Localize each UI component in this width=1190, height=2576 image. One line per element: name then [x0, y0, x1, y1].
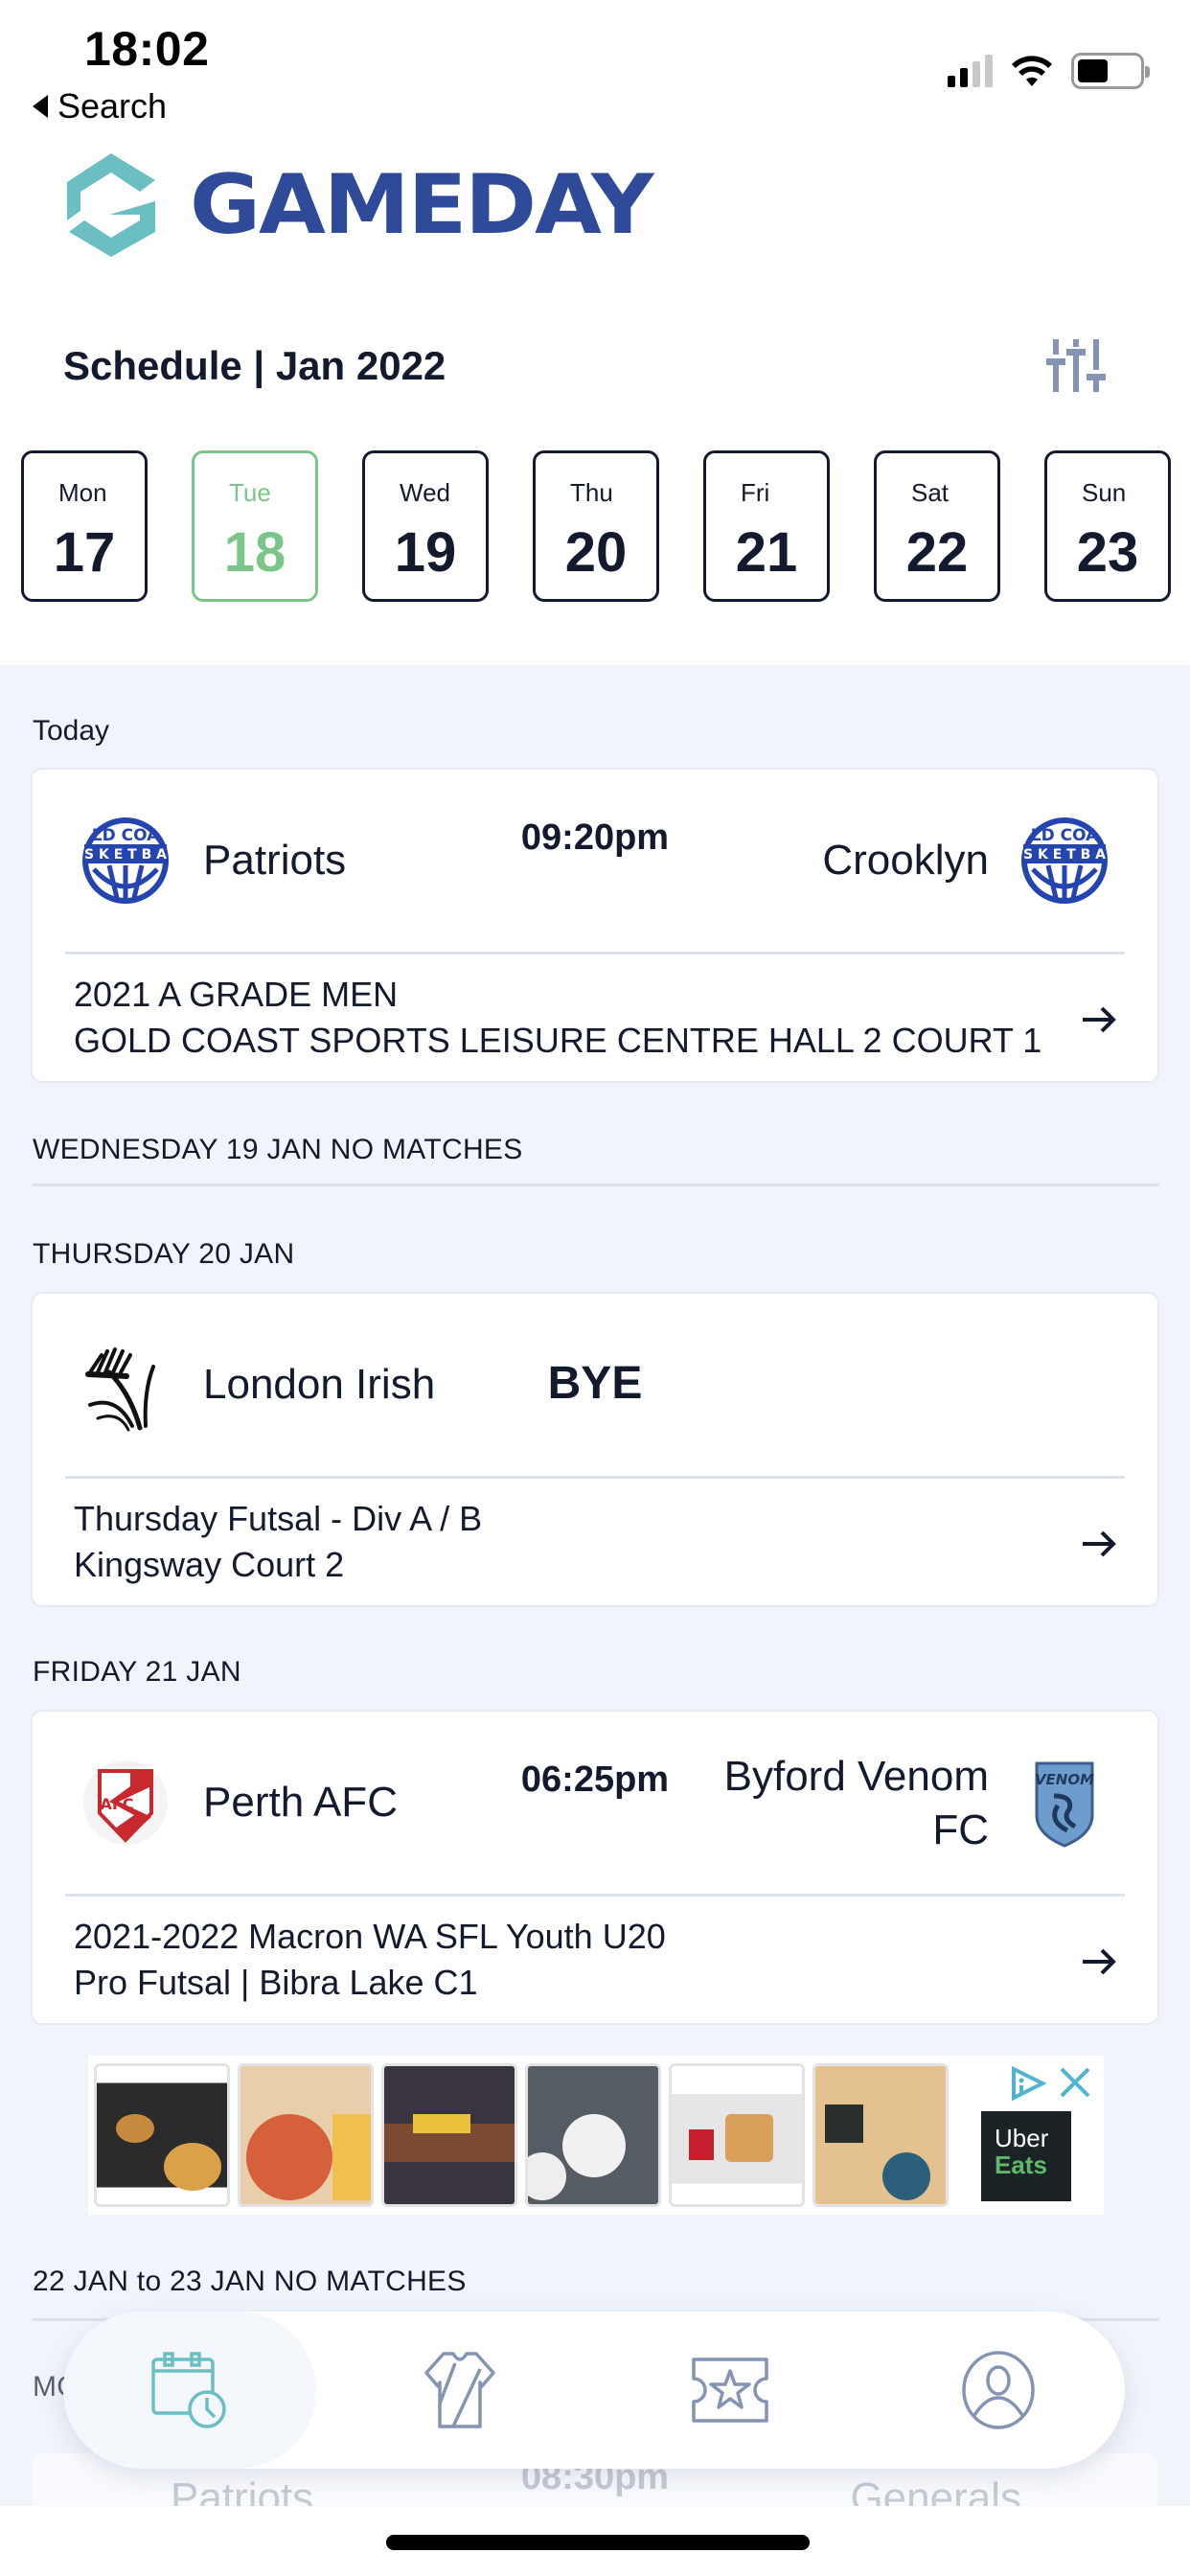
home-indicator[interactable] — [386, 2535, 810, 2550]
battery-icon — [1071, 53, 1150, 89]
team-logo-byford-venom: VENOM — [1035, 1761, 1094, 1848]
day-name: Fri — [741, 478, 770, 507]
day-name: Wed — [400, 478, 450, 507]
gameday-logo: GAMEDAY — [61, 151, 654, 259]
cellular-signal-icon — [948, 55, 993, 87]
arrow-right-icon — [1083, 1006, 1116, 1033]
competition-name: 2021 A GRADE MEN — [74, 975, 399, 1014]
day-number: 21 — [735, 521, 798, 584]
away-team-name-line2: FC — [932, 1806, 989, 1853]
day-name: Mon — [58, 478, 107, 507]
back-label: Search — [57, 86, 168, 126]
day-name: Tue — [229, 478, 271, 507]
nav-schedule[interactable] — [63, 2312, 316, 2469]
svg-text:S K E T B A: S K E T B A — [1023, 847, 1106, 862]
ticket-star-icon — [692, 2358, 768, 2423]
day-name: Sun — [1082, 478, 1127, 507]
day-mon[interactable]: Mon 17 — [21, 450, 148, 602]
ad-brand-line2: Eats — [995, 2150, 1047, 2179]
filter-button[interactable] — [1044, 337, 1108, 395]
card-divider — [65, 1476, 1125, 1479]
match-card[interactable]: AFC Perth AFC 06:25pm Byford Venom FC VE… — [33, 1712, 1157, 2023]
calendar-clock-icon — [151, 2352, 226, 2428]
svg-text:LD COA: LD COA — [1031, 826, 1099, 845]
team-logo-basketball: S K E T B A LD COA — [1021, 817, 1108, 904]
back-triangle-icon — [33, 95, 48, 118]
ad-close-icon[interactable] — [1058, 2065, 1092, 2100]
away-team-name: Byford Venom FC — [724, 1750, 989, 1857]
day-number: 23 — [1076, 521, 1139, 584]
day-picker: Mon 17 Tue 18 Wed 19 Thu 20 Fri 21 Sat 22 Sun 2… — [21, 450, 1171, 602]
ad-choices-icon[interactable] — [1008, 2065, 1046, 2102]
section-thursday: THURSDAY 20 JAN — [33, 1238, 295, 1270]
day-number: 17 — [53, 521, 116, 584]
ad-food-tile[interactable] — [238, 2063, 374, 2207]
day-number: 20 — [564, 521, 628, 584]
section-friday: FRIDAY 21 JAN — [33, 1656, 241, 1688]
away-team-name: Crooklyn — [822, 837, 989, 884]
svg-text:VENOM: VENOM — [1035, 1771, 1094, 1788]
ad-brand-line1: Uber — [995, 2124, 1049, 2152]
back-to-search-link[interactable]: Search — [33, 86, 167, 126]
ad-controls — [1008, 2065, 1092, 2102]
ad-banner[interactable]: Uber Eats — [88, 2056, 1104, 2215]
day-name: Sat — [911, 478, 950, 507]
match-card[interactable]: London Irish BYE Thursday Futsal - Div A… — [33, 1294, 1157, 1605]
ad-food-tile[interactable] — [812, 2063, 949, 2207]
card-divider — [65, 952, 1125, 954]
nav-favourites[interactable] — [604, 2312, 857, 2469]
section-today: Today — [33, 715, 110, 747]
day-wed[interactable]: Wed 19 — [362, 450, 489, 602]
venue-name: GOLD COAST SPORTS LEISURE CENTRE HALL 2 … — [74, 1021, 1042, 1060]
day-name: Thu — [570, 478, 613, 507]
venue-name: Kingsway Court 2 — [74, 1545, 345, 1584]
nav-teams[interactable] — [333, 2312, 586, 2469]
card-divider — [65, 1894, 1125, 1897]
gameday-wordmark: GAMEDAY — [190, 157, 654, 253]
gameday-g-icon — [67, 153, 155, 257]
wifi-icon — [1012, 56, 1052, 86]
bottom-navigation — [63, 2312, 1125, 2469]
competition-name: Thursday Futsal - Div A / B — [74, 1499, 483, 1538]
bye-label: BYE — [547, 1358, 643, 1409]
match-card[interactable]: S K E T B A LD COA Patriots 09:20pm Croo… — [33, 770, 1157, 1081]
section-divider — [33, 1184, 1159, 1186]
section-weekend-empty: 22 JAN to 23 JAN NO MATCHES — [33, 2266, 467, 2297]
day-thu[interactable]: Thu 20 — [533, 450, 659, 602]
uber-eats-logo: Uber Eats — [981, 2111, 1071, 2201]
section-wed-empty: WEDNESDAY 19 JAN NO MATCHES — [33, 1134, 523, 1165]
status-time: 18:02 — [84, 22, 210, 76]
day-number: 18 — [223, 521, 286, 584]
jersey-icon — [424, 2352, 495, 2428]
ad-food-tile[interactable] — [381, 2063, 517, 2207]
ad-food-tile[interactable] — [669, 2063, 805, 2207]
away-team-name-line1: Byford Venom — [723, 1753, 989, 1800]
nav-profile[interactable] — [872, 2312, 1125, 2469]
day-tue-selected[interactable]: Tue 18 — [192, 450, 318, 602]
status-icons — [948, 53, 1150, 89]
venue-name: Pro Futsal | Bibra Lake C1 — [74, 1963, 478, 2002]
ad-food-tile[interactable] — [94, 2063, 230, 2207]
day-sun[interactable]: Sun 23 — [1044, 450, 1171, 602]
schedule-title: Schedule | Jan 2022 — [63, 343, 446, 388]
arrow-right-icon — [1083, 1530, 1116, 1557]
day-fri[interactable]: Fri 21 — [703, 450, 830, 602]
arrow-right-icon — [1083, 1948, 1116, 1975]
day-number: 22 — [905, 521, 969, 584]
ad-food-tile[interactable] — [525, 2063, 661, 2207]
day-number: 19 — [394, 521, 457, 584]
competition-name: 2021-2022 Macron WA SFL Youth U20 — [74, 1917, 666, 1956]
day-sat[interactable]: Sat 22 — [874, 450, 1000, 602]
profile-icon — [962, 2351, 1035, 2429]
sliders-icon — [1046, 339, 1106, 392]
